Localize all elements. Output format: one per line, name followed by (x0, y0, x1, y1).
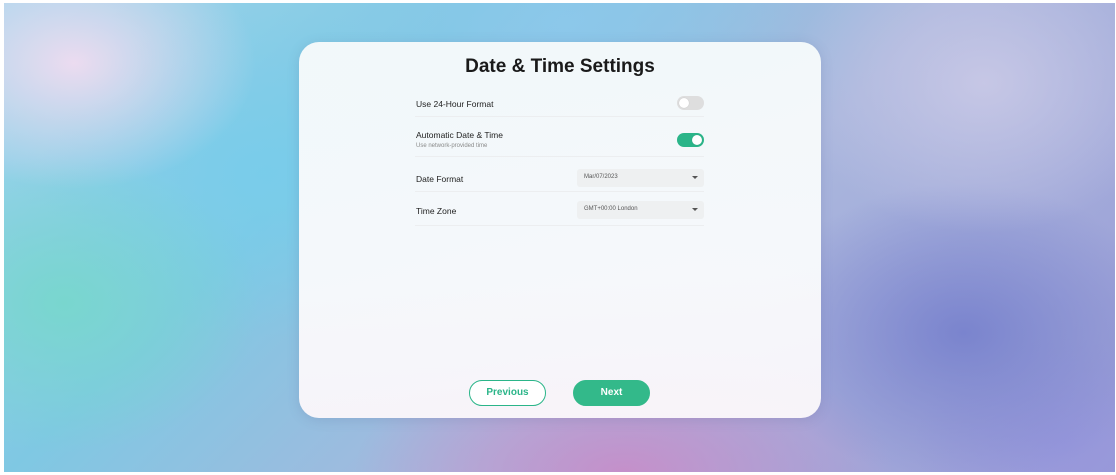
setting-sublabel-automatic-time: Use network-provided time (416, 143, 488, 149)
time-zone-select[interactable]: GMT+00:00 London (577, 201, 704, 219)
previous-button[interactable]: Previous (469, 380, 546, 406)
setting-row-time-zone: Time Zone GMT+00:00 London (415, 197, 704, 226)
toggle-knob (679, 98, 689, 108)
settings-dialog: Date & Time Settings Use 24-Hour Format … (299, 42, 821, 418)
setting-label-24-hour: Use 24-Hour Format (416, 99, 494, 109)
setting-row-24-hour: Use 24-Hour Format (415, 92, 704, 117)
toggle-24-hour[interactable] (677, 96, 704, 110)
time-zone-value: GMT+00:00 London (584, 206, 638, 212)
setting-row-date-format: Date Format Mar/07/2023 (415, 166, 704, 192)
next-button[interactable]: Next (573, 380, 650, 406)
setting-label-date-format: Date Format (416, 174, 464, 184)
toggle-automatic-time[interactable] (677, 133, 704, 147)
date-format-select[interactable]: Mar/07/2023 (577, 169, 704, 187)
setting-label-automatic-time: Automatic Date & Time (416, 130, 503, 140)
date-format-value: Mar/07/2023 (584, 174, 618, 180)
dialog-title: Date & Time Settings (465, 56, 655, 77)
setting-label-time-zone: Time Zone (416, 206, 457, 216)
chevron-down-icon (692, 208, 698, 211)
setting-row-automatic-time: Automatic Date & Time Use network-provid… (415, 127, 704, 157)
chevron-down-icon (692, 176, 698, 179)
toggle-knob (692, 135, 702, 145)
